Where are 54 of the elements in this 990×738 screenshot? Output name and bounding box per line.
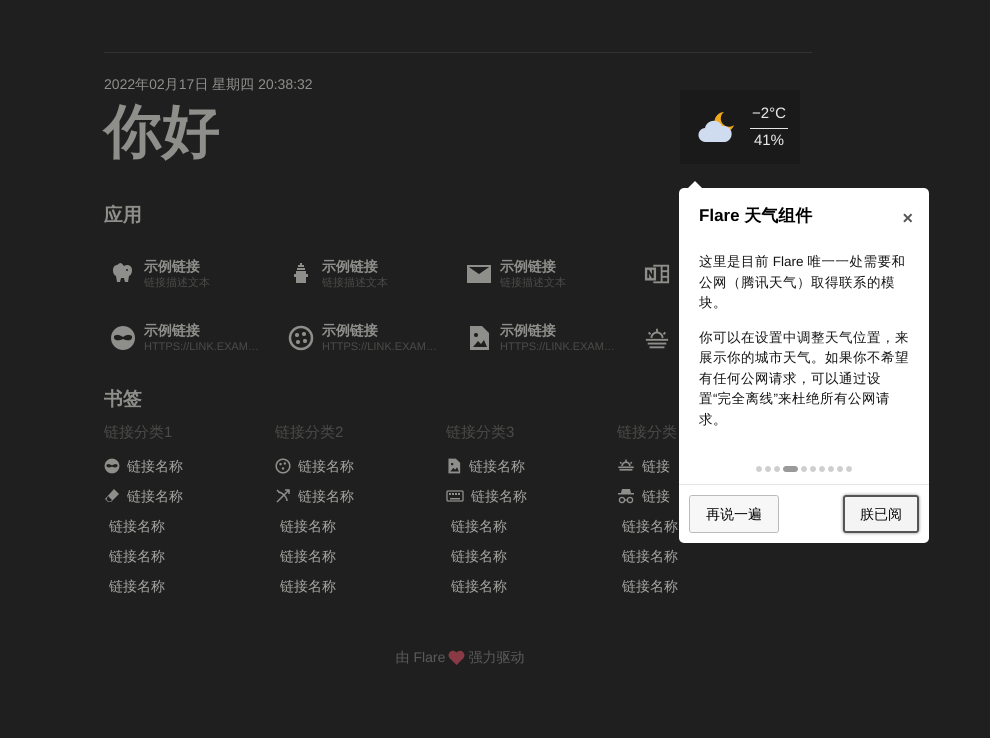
notebook-icon	[644, 262, 670, 286]
section-title: 书签	[104, 388, 142, 412]
bookmark-link[interactable]: 链接名称	[469, 456, 525, 476]
app-title: 示例链接	[322, 321, 378, 339]
spy-icon	[617, 488, 635, 504]
section-title: 应用	[104, 204, 142, 228]
greeting: 你好	[104, 98, 220, 166]
date-time: 2022年02月17日 星期四 20:38:32	[104, 75, 313, 94]
bookmark-link[interactable]: 链接名称	[622, 576, 678, 596]
sunrise-icon	[644, 326, 670, 350]
mask-icon	[110, 325, 136, 351]
bookmark-link[interactable]: 链接名称	[127, 456, 183, 476]
mask-icon	[104, 458, 120, 474]
app-title: 示例链接	[144, 321, 200, 339]
app-title: 示例链接	[500, 257, 556, 275]
bookmark-link[interactable]: 链接名称	[622, 516, 678, 536]
bookmark-link[interactable]: 链接名称	[109, 516, 165, 536]
bookmark-link[interactable]: 链接名称	[471, 486, 527, 506]
bookmark-link[interactable]: 链接名称	[622, 546, 678, 566]
bookmark-link[interactable]: 链接名称	[298, 456, 354, 476]
keyboard-icon	[446, 489, 464, 503]
app-title: 示例链接	[144, 257, 200, 275]
app-title: 示例链接	[322, 257, 378, 275]
heart-icon	[448, 650, 466, 665]
bookmark-link[interactable]: 链接名称	[109, 546, 165, 566]
image-file-icon	[467, 325, 491, 351]
bookmark-link[interactable]: 链接名称	[280, 576, 336, 596]
bookmark-link[interactable]: 链接名称	[280, 546, 336, 566]
bookmark-link[interactable]: 链接名称	[451, 546, 507, 566]
bookmark-link[interactable]: 链接名称	[280, 516, 336, 536]
dialog-button[interactable]: 再说一遍	[689, 495, 779, 533]
bookmark-link[interactable]: 链接	[642, 486, 670, 506]
close-button[interactable]: ×	[902, 209, 913, 227]
bookmark-link[interactable]: 链接名称	[298, 486, 354, 506]
dotted-circle-icon	[288, 325, 314, 351]
humidity: 41%	[754, 130, 784, 150]
bookmark-link[interactable]: 链接名称	[451, 576, 507, 596]
bookmark-link[interactable]: 链接	[642, 456, 670, 476]
footer-text: 强力驱动	[468, 648, 524, 667]
popup-paragraph: 你可以在设置中调整天气位置，来展示你的城市天气。如果你不希望有任何公网请求，可以通过设置“完全离线”来杜绝所有公网请求。	[699, 328, 909, 428]
bookmark-link[interactable]: 链接名称	[109, 576, 165, 596]
popup-paragraph: 这里是目前 Flare 唯一一处需要和公网（腾讯天气）取得联系的模块。	[699, 253, 906, 312]
popup-title: Flare 天气组件	[699, 205, 812, 228]
app-title: 示例链接	[500, 321, 556, 339]
bookmark-link[interactable]: 链接名称	[451, 516, 507, 536]
eraser-icon	[104, 488, 120, 504]
image-file-icon	[446, 458, 462, 474]
footer-text: 由 Flare	[396, 648, 446, 667]
envelope-icon	[466, 262, 492, 286]
temperature: −2°C	[750, 104, 788, 128]
dialog-button[interactable]: 朕已阅	[843, 495, 919, 533]
bow-arrow-icon	[275, 488, 291, 504]
bookmark-link[interactable]: 链接名称	[127, 486, 183, 506]
dotted-circle-icon	[275, 458, 291, 474]
